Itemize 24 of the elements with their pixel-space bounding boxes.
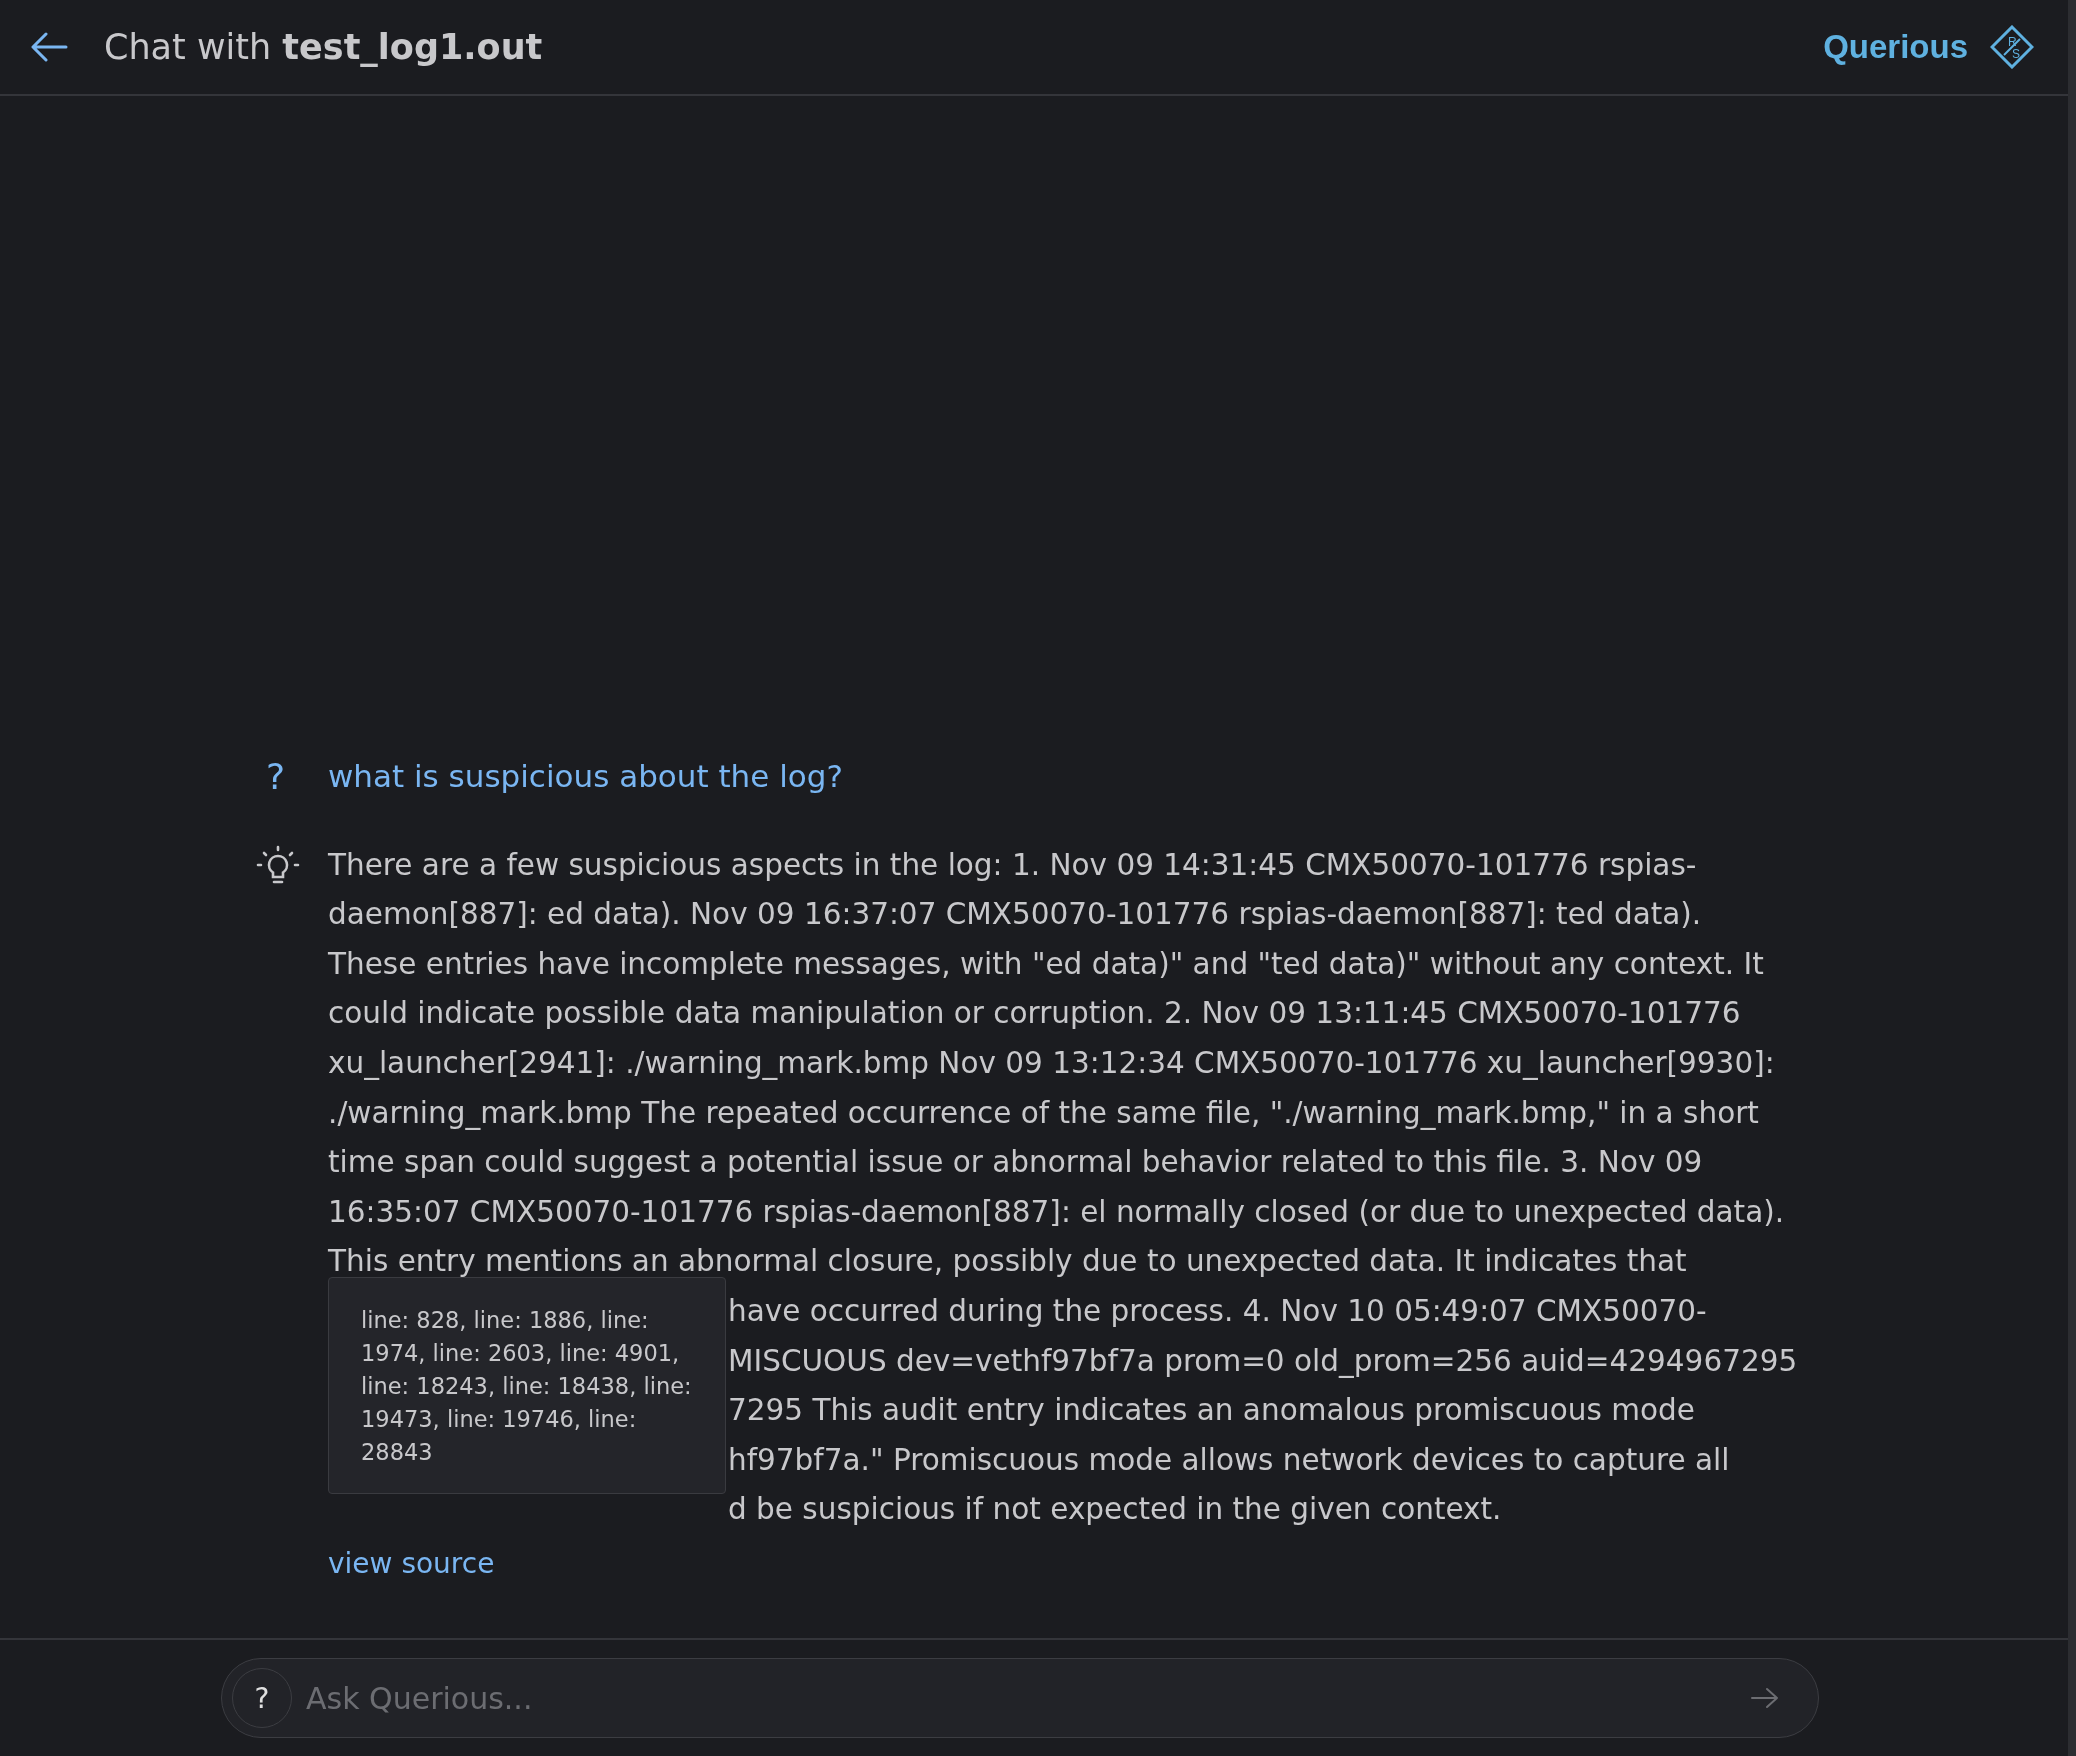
ask-input-bar[interactable]: ? Ask Querious... [221, 1658, 1819, 1738]
back-arrow-icon[interactable] [30, 32, 68, 62]
logo-icon: R S [1990, 25, 2034, 69]
chat-title: Chat with test_log1.out [104, 27, 543, 67]
answer-text: hf97bf7a." Promiscuous mode allows network devices to capture all [728, 1442, 1730, 1477]
answer-text: 16:35:07 CMX50070-101776 rspias-daemon[887]: el normally closed (or due to unexpected data). [328, 1194, 1785, 1229]
answer-text: ./warning_mark.bmp The repeated occurrence of the same file, "./warning_mark.bmp," in a short [328, 1095, 1759, 1130]
answer-text: time span could suggest a potential issue or abnormal behavior related to this file. 3. Nov 09 [328, 1145, 1703, 1180]
view-source-link[interactable]: view source [328, 1547, 495, 1580]
line-references-tooltip: line: 828, line: 1886, line: 1974, line: 2603, line: 4901, line: 18243, line: 18438, line: 19473, line: 19746, line: 28843 [328, 1276, 726, 1494]
answer-text: There are a few suspicious aspects in the log: 1. Nov 09 14:31:45 CMX50070-101776 rspias- [328, 847, 1697, 882]
answer-text: d be suspicious if not expected in the given context. [728, 1492, 1502, 1527]
brand-name: Querious [1823, 28, 1968, 66]
question-text: what is suspicious about the log? [328, 758, 843, 795]
answer-text: have occurred during the process. 4. Nov 10 05:49:07 CMX50070- [728, 1294, 1707, 1329]
answer-text: daemon[887]: ed data). Nov 09 16:37:07 CMX50070-101776 rspias-daemon[887]: ted data). [328, 897, 1702, 932]
answer-text: xu_launcher[2941]: ./warning_mark.bmp Nov 09 13:12:34 CMX50070-101776 xu_launcher[9930]: [328, 1046, 1775, 1081]
answer-text: These entries have incomplete messages, with "ed data)" and "ted data)" without any context. It [328, 946, 1764, 981]
question-marker: ? [265, 755, 287, 797]
send-arrow-icon[interactable] [1750, 1686, 1780, 1710]
answer-text: 7295 This audit entry indicates an anomalous promiscuous mode [728, 1393, 1695, 1428]
answer-text: This entry mentions an abnormal closure, possibly due to unexpected data. It indicates that [328, 1244, 1687, 1279]
answer-text: could indicate possible data manipulation or corruption. 2. Nov 09 13:11:45 CMX50070-101776 [328, 996, 1741, 1031]
answer-text: MISCUOUS dev=vethf97bf7a prom=0 old_prom=256 auid=4294967295 [728, 1343, 1798, 1378]
